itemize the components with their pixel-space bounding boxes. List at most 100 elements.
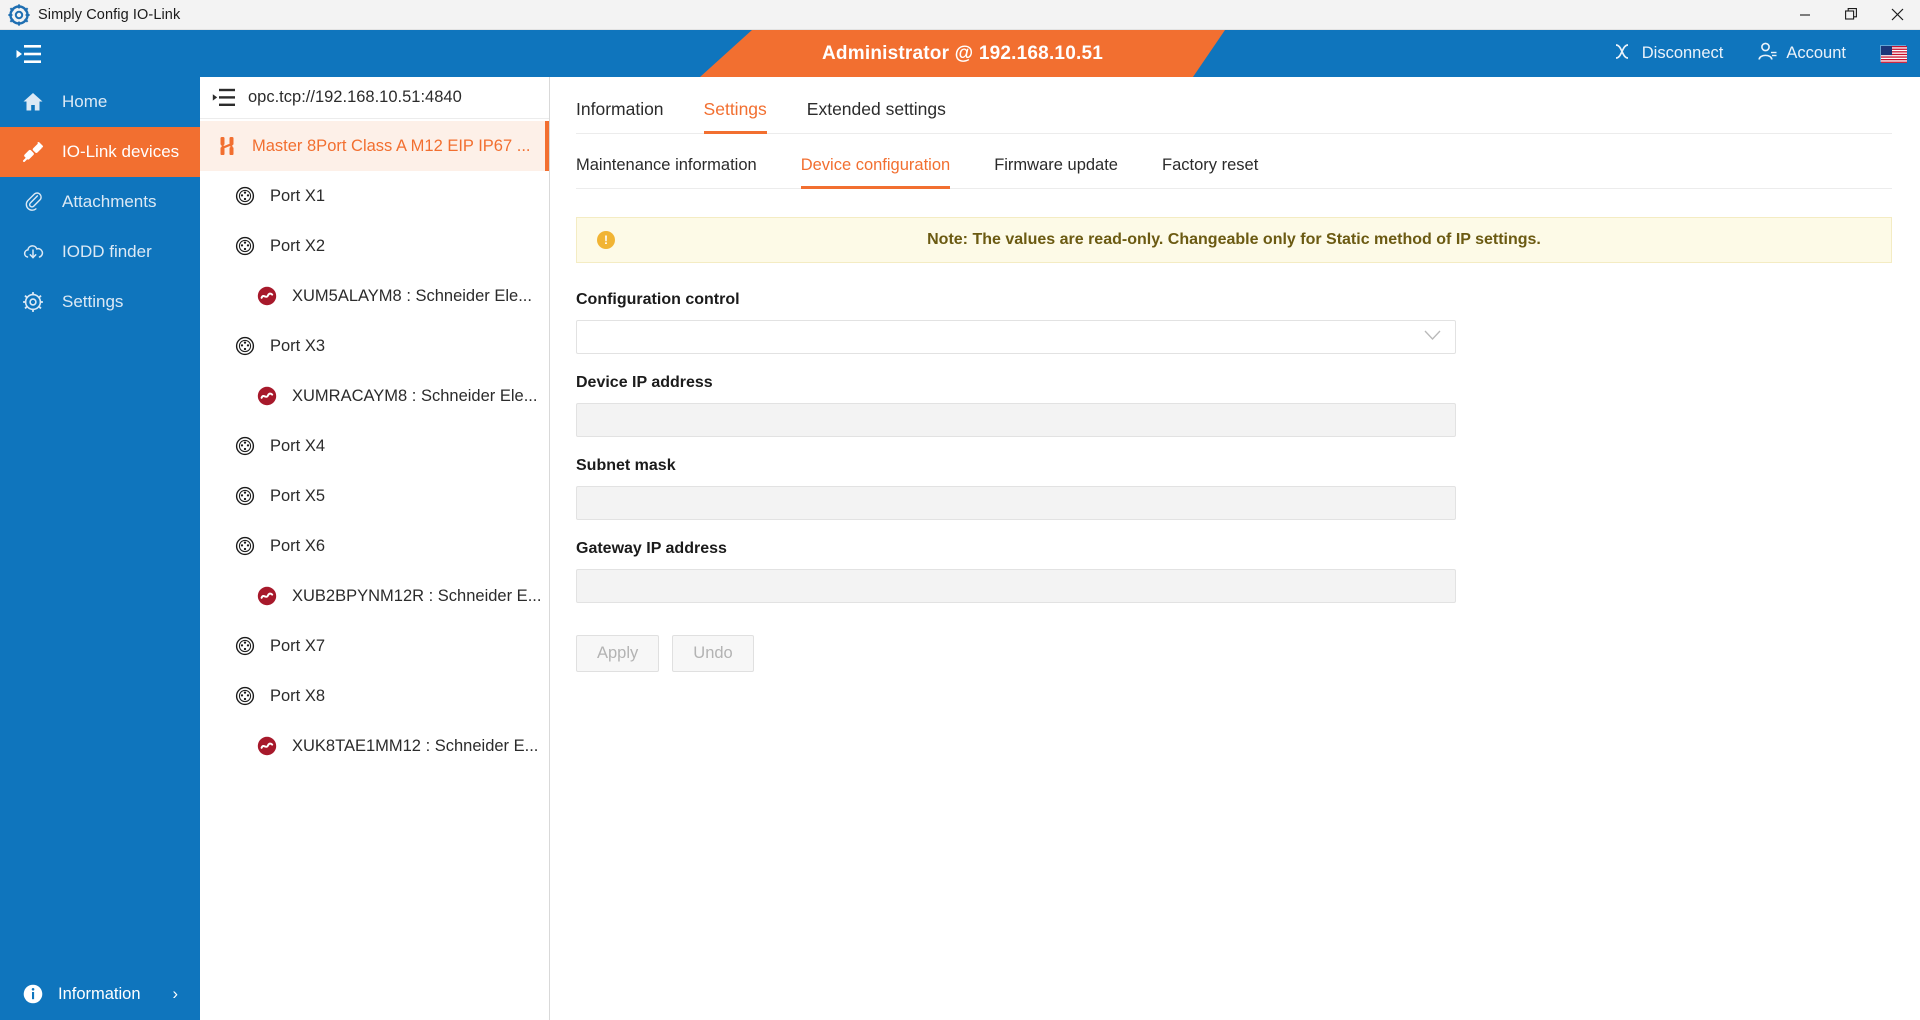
sidebar-item-home[interactable]: Home bbox=[0, 77, 200, 127]
us-flag-icon[interactable] bbox=[1880, 45, 1907, 63]
device-ip-address-input[interactable] bbox=[576, 403, 1456, 437]
disconnect-label: Disconnect bbox=[1641, 44, 1724, 62]
port-connector-icon bbox=[234, 685, 256, 707]
info-circle-icon bbox=[22, 983, 44, 1005]
sidebar-item-label: IODD finder bbox=[62, 242, 152, 261]
account-button[interactable]: Account bbox=[1757, 41, 1846, 67]
tab-label: Device configuration bbox=[800, 156, 951, 174]
port-connector-icon bbox=[234, 635, 256, 657]
tree-node-label: XUK8TAE1MM12 : Schneider E... bbox=[292, 736, 539, 755]
tree-node-port-x1[interactable]: Port X1 bbox=[200, 171, 549, 221]
tree-node-label: Port X7 bbox=[270, 636, 326, 655]
window-controls bbox=[1782, 0, 1920, 30]
master-icon bbox=[216, 135, 238, 157]
port-connector-icon bbox=[234, 235, 256, 257]
tab-settings[interactable]: Settings bbox=[703, 99, 768, 134]
undo-button[interactable]: Undo bbox=[672, 635, 754, 672]
tree-node-label: Port X1 bbox=[270, 186, 326, 205]
io-link-plug-icon bbox=[22, 141, 44, 163]
tree-node-port-x4[interactable]: Port X4 bbox=[200, 421, 549, 471]
tab-label: Factory reset bbox=[1162, 156, 1259, 174]
tree-node-label: XUM5ALAYM8 : Schneider Ele... bbox=[292, 286, 532, 305]
window-titlebar: Simply Config IO-Link bbox=[0, 0, 1920, 30]
tree-node-port-x7[interactable]: Port X7 bbox=[200, 621, 549, 671]
device-tree-list: Master 8Port Class A M12 EIP IP67 ... Po… bbox=[200, 119, 549, 1020]
sidebar-collapse-button[interactable] bbox=[0, 30, 58, 77]
tree-node-device-xumracaym8[interactable]: XUMRACAYM8 : Schneider Ele... bbox=[200, 371, 549, 421]
sidebar-item-label: Settings bbox=[62, 292, 124, 311]
port-connector-icon bbox=[234, 335, 256, 357]
paperclip-icon bbox=[22, 191, 44, 213]
tree-collapse-button[interactable] bbox=[200, 77, 248, 119]
close-button[interactable] bbox=[1874, 0, 1920, 30]
tab-label: Maintenance information bbox=[576, 156, 757, 174]
port-connector-icon bbox=[234, 185, 256, 207]
sidebar-information-button[interactable]: Information › bbox=[0, 968, 200, 1020]
header-actions: Disconnect Account bbox=[1579, 30, 1920, 77]
maximize-restore-button[interactable] bbox=[1828, 0, 1874, 30]
tree-node-port-x2[interactable]: Port X2 bbox=[200, 221, 549, 271]
field-label: Configuration control bbox=[576, 291, 740, 308]
cloud-download-icon bbox=[22, 241, 44, 263]
sidebar-item-attachments[interactable]: Attachments bbox=[0, 177, 200, 227]
tree-node-device-xub2bpynm12r[interactable]: XUB2BPYNM12R : Schneider E... bbox=[200, 571, 549, 621]
tree-node-port-x6[interactable]: Port X6 bbox=[200, 521, 549, 571]
tree-node-label: XUMRACAYM8 : Schneider Ele... bbox=[292, 386, 538, 405]
tab-label: Firmware update bbox=[994, 156, 1118, 174]
account-icon bbox=[1757, 41, 1778, 67]
collapse-menu-icon bbox=[16, 44, 41, 63]
field-gateway-ip-address: Gateway IP address bbox=[576, 540, 1892, 603]
port-connector-icon bbox=[234, 485, 256, 507]
button-label: Apply bbox=[597, 644, 639, 662]
session-banner: Administrator @ 192.168.10.51 bbox=[700, 30, 1225, 77]
home-icon bbox=[22, 91, 44, 113]
window-title: Simply Config IO-Link bbox=[38, 6, 181, 23]
gear-icon bbox=[22, 291, 44, 313]
opc-endpoint-label: opc.tcp://192.168.10.51:4840 bbox=[248, 88, 462, 106]
disconnect-button[interactable]: Disconnect bbox=[1613, 41, 1724, 67]
tree-node-device-xuk8tae1mm12[interactable]: XUK8TAE1MM12 : Schneider E... bbox=[200, 721, 549, 771]
tab-factory-reset[interactable]: Factory reset bbox=[1162, 156, 1258, 188]
tab-label: Settings bbox=[703, 99, 767, 119]
minimize-button[interactable] bbox=[1782, 0, 1828, 30]
tab-maintenance-information[interactable]: Maintenance information bbox=[576, 156, 757, 188]
io-link-device-icon bbox=[256, 285, 278, 307]
tab-information[interactable]: Information bbox=[576, 99, 664, 133]
tree-node-label: Port X6 bbox=[270, 536, 326, 555]
port-connector-icon bbox=[234, 435, 256, 457]
disconnect-icon bbox=[1613, 41, 1634, 67]
io-link-device-icon bbox=[256, 585, 278, 607]
field-label: Gateway IP address bbox=[576, 540, 727, 557]
field-subnet-mask: Subnet mask bbox=[576, 457, 1892, 520]
form-action-buttons: Apply Undo bbox=[576, 635, 1892, 672]
tree-node-port-x8[interactable]: Port X8 bbox=[200, 671, 549, 721]
configuration-control-select[interactable] bbox=[576, 320, 1456, 354]
tree-node-label: Port X8 bbox=[270, 686, 326, 705]
tab-extended-settings[interactable]: Extended settings bbox=[807, 99, 946, 133]
sidebar-item-label: Home bbox=[62, 92, 108, 111]
io-link-device-icon bbox=[256, 385, 278, 407]
subnet-mask-input[interactable] bbox=[576, 486, 1456, 520]
tree-node-port-x3[interactable]: Port X3 bbox=[200, 321, 549, 371]
button-label: Undo bbox=[693, 644, 733, 662]
field-label: Subnet mask bbox=[576, 457, 676, 474]
tab-device-configuration[interactable]: Device configuration bbox=[800, 156, 951, 189]
tree-node-label: Port X4 bbox=[270, 436, 326, 455]
sidebar-item-iodd-finder[interactable]: IODD finder bbox=[0, 227, 200, 277]
tree-node-label: XUB2BPYNM12R : Schneider E... bbox=[292, 586, 542, 605]
apply-button[interactable]: Apply bbox=[576, 635, 660, 672]
app-gear-icon bbox=[8, 3, 30, 26]
sidebar-item-io-link-devices[interactable]: IO-Link devices bbox=[0, 127, 200, 177]
chevron-right-icon: › bbox=[172, 984, 179, 1003]
app-header-bar: Administrator @ 192.168.10.51 Disconnect bbox=[0, 30, 1920, 77]
sidebar-information-label: Information bbox=[58, 984, 141, 1003]
tab-firmware-update[interactable]: Firmware update bbox=[994, 156, 1118, 188]
gateway-ip-address-input[interactable] bbox=[576, 569, 1456, 603]
tree-node-device-xum5alaym8[interactable]: XUM5ALAYM8 : Schneider Ele... bbox=[200, 271, 549, 321]
sidebar-item-settings[interactable]: Settings bbox=[0, 277, 200, 327]
tree-node-port-x5[interactable]: Port X5 bbox=[200, 471, 549, 521]
io-link-device-icon bbox=[256, 735, 278, 757]
field-label: Device IP address bbox=[576, 374, 713, 391]
tree-node-master[interactable]: Master 8Port Class A M12 EIP IP67 ... bbox=[200, 121, 549, 171]
